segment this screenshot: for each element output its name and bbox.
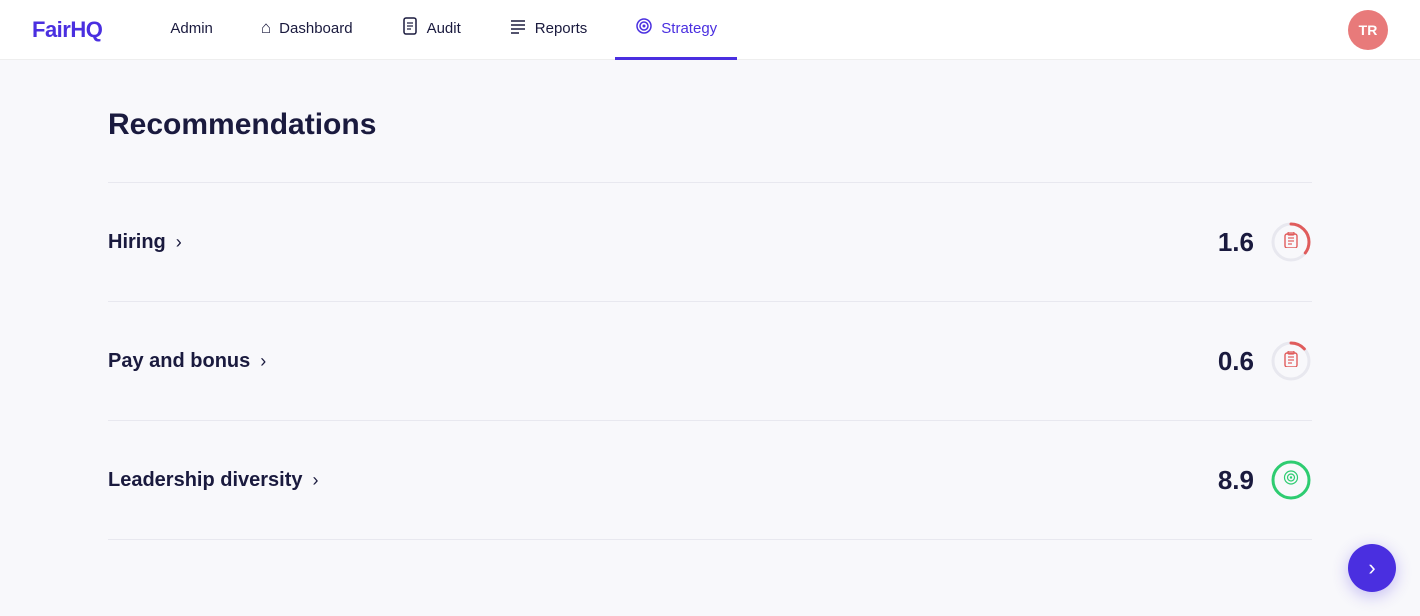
list-item[interactable]: Leadership diversity › 8.9	[108, 421, 1312, 540]
chevron-right-icon: ›	[313, 470, 319, 491]
nav-dashboard[interactable]: ⌂ Dashboard	[241, 0, 373, 60]
nav-reports[interactable]: Reports	[489, 0, 608, 60]
rec-leadership-label: Leadership diversity ›	[108, 469, 319, 492]
avatar[interactable]: TR	[1348, 10, 1388, 50]
strategy-icon	[635, 17, 653, 40]
rec-leadership-right: 8.9	[1218, 459, 1312, 501]
rec-pay-right: 0.6	[1218, 340, 1312, 382]
nav-audit-label: Audit	[427, 20, 461, 37]
page-title: Recommendations	[108, 108, 1312, 142]
rec-leadership-score: 8.9	[1218, 465, 1254, 496]
nav-strategy[interactable]: Strategy	[615, 0, 737, 60]
nav-admin[interactable]: Admin	[150, 0, 233, 60]
home-icon: ⌂	[261, 18, 271, 38]
rec-leadership-text: Leadership diversity	[108, 469, 303, 492]
chevron-right-icon: ›	[260, 351, 266, 372]
logo[interactable]: FairHQ	[32, 17, 102, 43]
list-item[interactable]: Hiring › 1.6	[108, 182, 1312, 302]
hiring-indicator-icon	[1284, 232, 1298, 252]
floating-action-button[interactable]: ›	[1348, 544, 1396, 592]
list-item[interactable]: Pay and bonus › 0.6	[108, 302, 1312, 421]
rec-hiring-score: 1.6	[1218, 227, 1254, 258]
rec-pay-indicator	[1270, 340, 1312, 382]
floating-action-icon: ›	[1368, 557, 1375, 579]
rec-pay-label: Pay and bonus ›	[108, 350, 266, 373]
leadership-indicator-icon	[1283, 470, 1299, 491]
nav-strategy-label: Strategy	[661, 20, 717, 37]
nav-admin-label: Admin	[170, 20, 213, 37]
rec-hiring-right: 1.6	[1218, 221, 1312, 263]
rec-hiring-indicator	[1270, 221, 1312, 263]
pay-indicator-icon	[1284, 351, 1298, 371]
audit-icon	[401, 17, 419, 40]
nav-reports-label: Reports	[535, 20, 588, 37]
navigation: FairHQ Admin ⌂ Dashboard Audit	[0, 0, 1420, 60]
main-content: Recommendations Hiring › 1.6	[0, 60, 1420, 588]
reports-icon	[509, 17, 527, 40]
nav-audit[interactable]: Audit	[381, 0, 481, 60]
rec-pay-score: 0.6	[1218, 346, 1254, 377]
rec-hiring-text: Hiring	[108, 231, 166, 254]
rec-leadership-indicator	[1270, 459, 1312, 501]
nav-links: Admin ⌂ Dashboard Audit	[150, 0, 1348, 60]
rec-hiring-label: Hiring ›	[108, 231, 182, 254]
chevron-right-icon: ›	[176, 232, 182, 253]
recommendations-list: Hiring › 1.6	[108, 182, 1312, 540]
rec-pay-text: Pay and bonus	[108, 350, 250, 373]
nav-dashboard-label: Dashboard	[279, 20, 352, 37]
